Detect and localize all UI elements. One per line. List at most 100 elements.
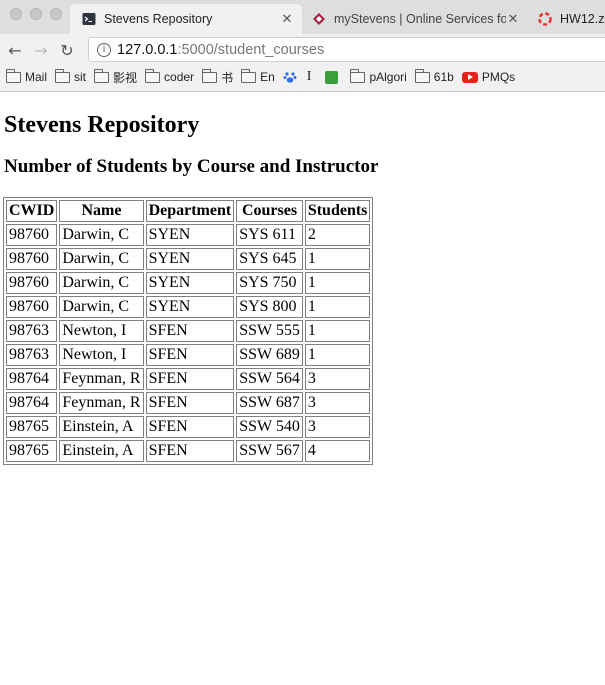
table-row: 98764 Feynman, R SFEN SSW 564 3 xyxy=(6,368,371,390)
folder-icon xyxy=(202,68,218,83)
bookmark-yingshi[interactable]: 影视 xyxy=(94,68,138,86)
cell-name: Newton, I xyxy=(59,344,144,366)
table-row: 98765 Einstein, A SFEN SSW 567 4 xyxy=(6,440,371,462)
back-arrow-icon[interactable]: ← xyxy=(4,41,26,60)
address-bar[interactable]: i 127.0.0.1:5000/student_courses xyxy=(88,37,605,62)
bookmark-palgori[interactable]: pAlgori xyxy=(350,68,407,84)
cell-cwid: 98760 xyxy=(6,248,58,270)
cell-students: 4 xyxy=(304,440,371,462)
table-row: 98760 Darwin, C SYEN SYS 611 2 xyxy=(6,224,371,246)
cell-cwid: 98765 xyxy=(6,440,58,462)
page-content: Stevens Repository Number of Students by… xyxy=(0,92,605,465)
paw-icon xyxy=(283,72,297,83)
tab-label: Stevens Repository xyxy=(104,12,213,26)
cell-course: SYS 800 xyxy=(236,296,303,318)
close-window-button[interactable] xyxy=(10,8,22,20)
bookmark-sit[interactable]: sit xyxy=(55,68,86,84)
cell-department: SYEN xyxy=(145,248,235,270)
bookmark-coder[interactable]: coder xyxy=(145,68,194,84)
table-row: 98760 Darwin, C SYEN SYS 645 1 xyxy=(6,248,371,270)
tab-hw12[interactable]: HW12.z xyxy=(528,4,605,34)
bookmark-61b[interactable]: 61b xyxy=(414,68,454,84)
cell-students: 3 xyxy=(304,368,371,390)
cell-name: Darwin, C xyxy=(59,272,144,294)
terminal-icon xyxy=(82,12,96,26)
cell-course: SYS 645 xyxy=(236,248,303,270)
close-tab-icon[interactable]: ✕ xyxy=(506,11,520,27)
header-cwid: CWID xyxy=(6,200,58,222)
page-title: Stevens Repository xyxy=(4,112,200,138)
cell-students: 1 xyxy=(304,320,371,342)
site-info-icon[interactable]: i xyxy=(97,42,111,57)
bookmark-shu[interactable]: 书 xyxy=(202,68,234,86)
cell-department: SYEN xyxy=(145,224,235,246)
cell-cwid: 98764 xyxy=(6,368,58,390)
url-host: 127.0.0.1 xyxy=(117,41,178,58)
cell-name: Darwin, C xyxy=(59,224,144,246)
cell-course: SSW 540 xyxy=(236,416,303,438)
cell-name: Einstein, A xyxy=(59,416,144,438)
cell-students: 1 xyxy=(304,344,371,366)
bookmark-mail[interactable]: Mail xyxy=(6,68,48,84)
header-department: Department xyxy=(145,200,235,222)
tab-bar: Stevens Repository ✕ myStevens | Online … xyxy=(0,0,605,34)
page-subtitle: Number of Students by Course and Instruc… xyxy=(4,156,379,177)
bookmark-label: 影视 xyxy=(113,70,138,85)
bookmarks-bar: Mail sit 影视 coder 书 En I pAlgori 61b PMQ… xyxy=(0,66,605,88)
cell-cwid: 98763 xyxy=(6,344,58,366)
cell-course: SYS 750 xyxy=(236,272,303,294)
reload-icon[interactable]: ↻ xyxy=(56,41,78,60)
bookmark-pmqs[interactable]: PMQs xyxy=(461,70,515,84)
cell-cwid: 98765 xyxy=(6,416,58,438)
cell-department: SYEN xyxy=(145,296,235,318)
cell-students: 1 xyxy=(304,272,371,294)
header-courses: Courses xyxy=(236,200,303,222)
bookmark-baidu[interactable] xyxy=(283,70,299,84)
bookmark-label: 61b xyxy=(433,70,454,84)
minimize-window-button[interactable] xyxy=(30,8,42,20)
folder-icon xyxy=(6,68,21,83)
table-row: 98765 Einstein, A SFEN SSW 540 3 xyxy=(6,416,371,438)
cell-course: SSW 687 xyxy=(236,392,303,414)
cell-name: Newton, I xyxy=(59,320,144,342)
tab-stevens-repository[interactable]: Stevens Repository ✕ xyxy=(70,4,302,34)
cell-students: 3 xyxy=(304,416,371,438)
cell-course: SSW 567 xyxy=(236,440,303,462)
maximize-window-button[interactable] xyxy=(50,8,62,20)
header-name: Name xyxy=(59,200,144,222)
forward-arrow-icon[interactable]: → xyxy=(30,41,52,60)
table-row: 98760 Darwin, C SYEN SYS 750 1 xyxy=(6,272,371,294)
folder-icon xyxy=(414,68,430,83)
tab-label: myStevens | Online Services fo xyxy=(334,12,506,26)
cell-department: SFEN xyxy=(145,344,235,366)
bookmark-i[interactable]: I xyxy=(307,69,312,85)
close-tab-icon[interactable]: ✕ xyxy=(280,11,294,27)
bookmark-label: pAlgori xyxy=(369,70,407,84)
cell-course: SSW 689 xyxy=(236,344,303,366)
youtube-icon xyxy=(461,71,478,83)
bookmark-en[interactable]: En xyxy=(241,68,275,84)
cell-cwid: 98763 xyxy=(6,320,58,342)
folder-icon xyxy=(94,68,110,83)
cell-department: SFEN xyxy=(145,392,235,414)
cell-name: Darwin, C xyxy=(59,248,144,270)
table-row: 98760 Darwin, C SYEN SYS 800 1 xyxy=(6,296,371,318)
cell-students: 1 xyxy=(304,296,371,318)
folder-icon xyxy=(241,68,257,83)
bookmark-label: 书 xyxy=(221,70,234,85)
browser-chrome: Stevens Repository ✕ myStevens | Online … xyxy=(0,0,605,92)
folder-icon xyxy=(350,68,366,83)
header-students: Students xyxy=(304,200,371,222)
table-row: 98763 Newton, I SFEN SSW 689 1 xyxy=(6,344,371,366)
cell-name: Feynman, R xyxy=(59,368,144,390)
cell-department: SFEN xyxy=(145,368,235,390)
green-book-icon[interactable] xyxy=(325,70,339,84)
cell-students: 2 xyxy=(304,224,371,246)
lifebuoy-icon xyxy=(538,12,552,26)
table-header-row: CWID Name Department Courses Students xyxy=(6,200,371,222)
folder-icon xyxy=(55,68,71,83)
student-courses-table: CWID Name Department Courses Students 98… xyxy=(3,197,374,465)
cell-name: Darwin, C xyxy=(59,296,144,318)
bookmark-label: Mail xyxy=(25,70,48,84)
tab-mystevens[interactable]: myStevens | Online Services fo ✕ xyxy=(302,4,528,34)
